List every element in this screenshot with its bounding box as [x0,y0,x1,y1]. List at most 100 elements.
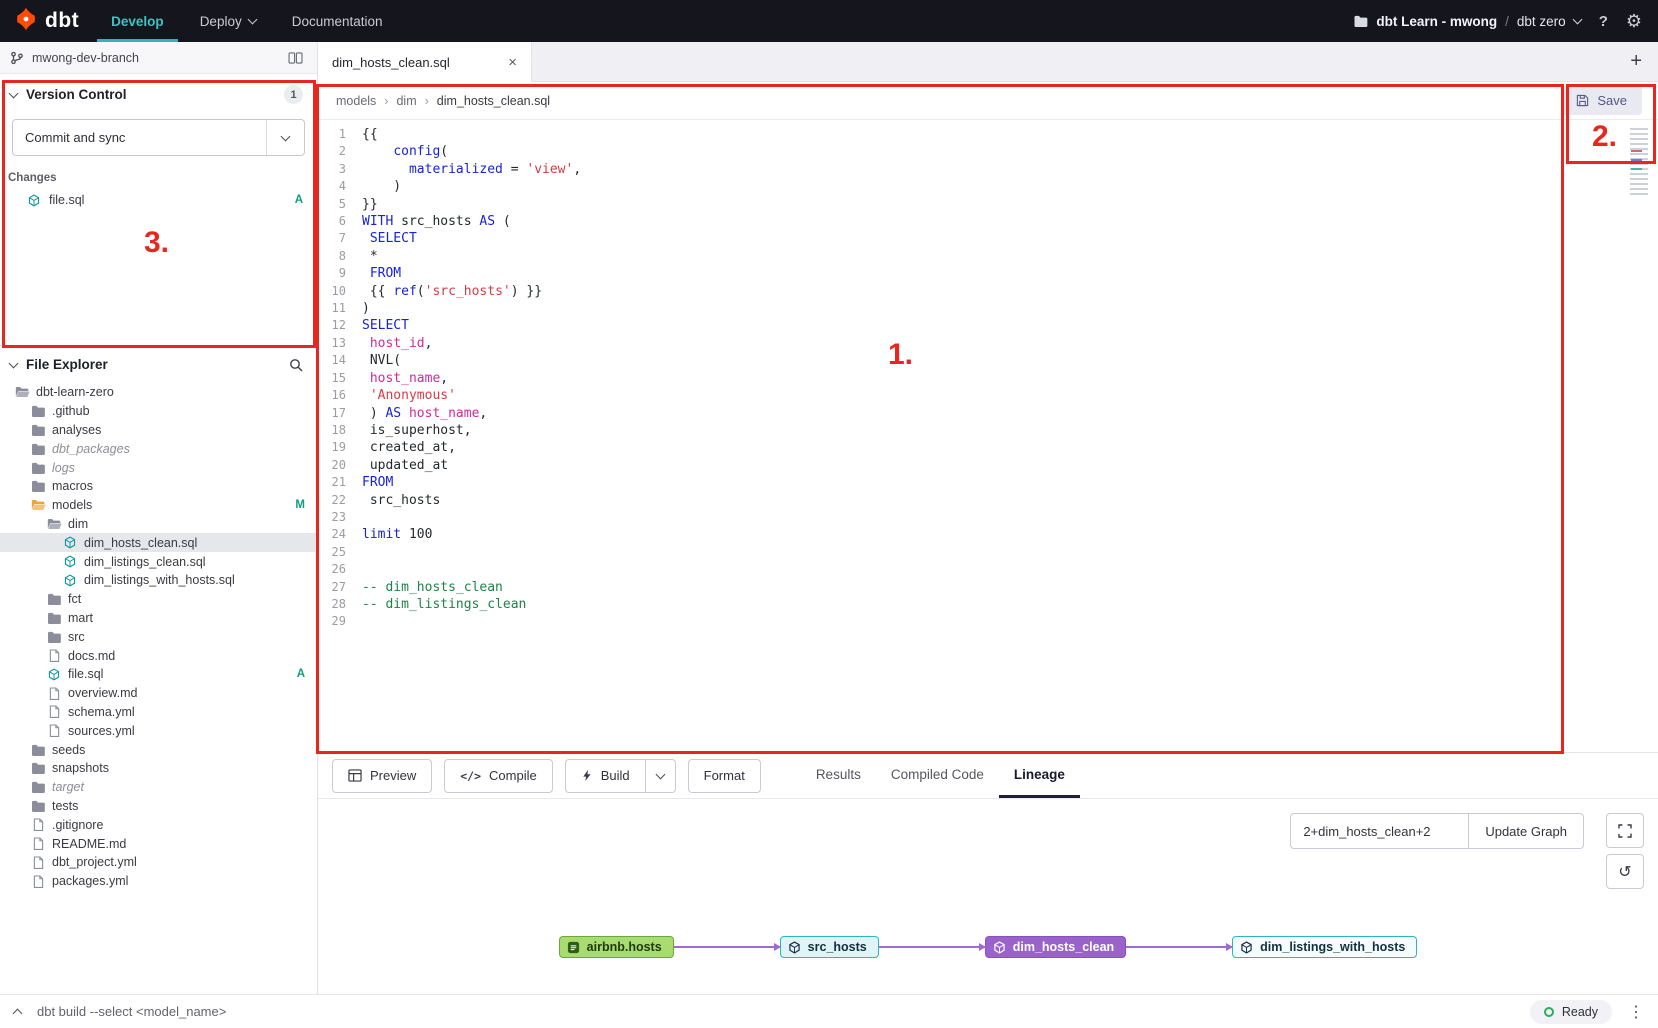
tree-item-docs.md[interactable]: docs.md [0,646,317,665]
code-line[interactable]: 25 [318,544,1658,561]
code-line[interactable]: 21FROM [318,474,1658,491]
update-graph-button[interactable]: Update Graph [1468,813,1584,849]
tab-lineage[interactable]: Lineage [999,753,1080,798]
save-button[interactable]: Save [1561,86,1642,115]
preview-button[interactable]: Preview [332,759,432,793]
branch-bar[interactable]: mwong-dev-branch [0,42,317,74]
tree-item-README.md[interactable]: README.md [0,834,317,853]
nav-develop[interactable]: Develop [97,0,178,42]
tree-item-dbt_packages[interactable]: dbt_packages [0,439,317,458]
format-button[interactable]: Format [688,759,761,793]
code-line[interactable]: 10 {{ ref('src_hosts') }} [318,283,1658,300]
button-label: Format [704,768,745,783]
tree-item-fct[interactable]: fct [0,590,317,609]
expand-panel-icon[interactable] [13,1009,23,1019]
tab-results[interactable]: Results [801,753,876,798]
compile-button[interactable]: </>Compile [444,759,552,793]
tree-item-mart[interactable]: mart [0,609,317,628]
build-dropdown-button[interactable] [646,759,676,793]
code-line[interactable]: 18 is_superhost, [318,422,1658,439]
code-line[interactable]: 1{{ [318,126,1658,143]
code-line[interactable]: 28-- dim_listings_clean [318,596,1658,613]
close-icon[interactable]: × [508,54,517,71]
commit-dropdown-button[interactable] [266,120,304,155]
lineage-node-dim_hosts_clean[interactable]: dim_hosts_clean [985,936,1126,958]
lineage-node-dim_listings_with_hosts[interactable]: dim_listings_with_hosts [1232,936,1417,958]
lineage-node-airbnb.hosts[interactable]: airbnb.hosts [559,936,674,958]
tree-item-dim_hosts_clean.sql[interactable]: dim_hosts_clean.sql [0,533,317,552]
tree-item-overview.md[interactable]: overview.md [0,684,317,703]
code-line[interactable]: 7 SELECT [318,230,1658,247]
tree-item-.github[interactable]: .github [0,402,317,421]
code-line[interactable]: 26 [318,561,1658,578]
tree-item-sources.yml[interactable]: sources.yml [0,721,317,740]
tree-item-seeds[interactable]: seeds [0,740,317,759]
tree-item-schema.yml[interactable]: schema.yml [0,703,317,722]
tree-item-models[interactable]: modelsM [0,496,317,515]
code-editor[interactable]: 1{{2 config(3 materialized = 'view',4 )5… [318,120,1658,752]
code-line[interactable]: 27-- dim_hosts_clean [318,579,1658,596]
code-line[interactable]: 4 ) [318,178,1658,195]
breadcrumb-item[interactable]: dim [396,94,416,108]
code-line[interactable]: 6WITH src_hosts AS ( [318,213,1658,230]
account-switcher[interactable]: dbt Learn - mwong / dbt zero [1353,14,1580,29]
code-line[interactable]: 29 [318,613,1658,630]
lineage-node-src_hosts[interactable]: src_hosts [780,936,879,958]
tree-item-logs[interactable]: logs [0,458,317,477]
code-line[interactable]: 2 config( [318,143,1658,160]
dbt-logo[interactable]: dbt [0,0,97,42]
tree-item-file.sql[interactable]: file.sqlA [0,665,317,684]
tree-item-snapshots[interactable]: snapshots [0,759,317,778]
reset-view-button[interactable]: ↺ [1606,854,1644,889]
code-line[interactable]: 23 [318,509,1658,526]
code-line[interactable]: 13 host_id, [318,335,1658,352]
code-line[interactable]: 16 'Anonymous' [318,387,1658,404]
tree-item-dbt_project.yml[interactable]: dbt_project.yml [0,853,317,872]
gear-icon[interactable]: ⚙ [1626,11,1642,32]
code-line[interactable]: 17 ) AS host_name, [318,405,1658,422]
tree-item-tests[interactable]: tests [0,797,317,816]
code-line[interactable]: 20 updated_at [318,457,1658,474]
code-line[interactable]: 9 FROM [318,265,1658,282]
code-line[interactable]: 24limit 100 [318,526,1658,543]
build-button[interactable]: Build [565,759,646,793]
breadcrumb-item[interactable]: dim_hosts_clean.sql [437,94,550,108]
changed-file[interactable]: file.sqlA [0,190,317,210]
tree-item-analyses[interactable]: analyses [0,421,317,440]
kebab-menu-icon[interactable]: ⋮ [1628,1002,1644,1022]
file-explorer-header[interactable]: File Explorer [0,346,317,381]
code-line[interactable]: 19 created_at, [318,439,1658,456]
new-tab-button[interactable]: + [1614,50,1658,73]
minimap[interactable] [1630,128,1648,196]
code-line[interactable]: 15 host_name, [318,370,1658,387]
lineage-selector-input[interactable] [1290,813,1468,849]
code-line[interactable]: 22 src_hosts [318,492,1658,509]
search-icon[interactable] [289,358,303,372]
help-icon[interactable]: ? [1599,13,1608,30]
version-control-header[interactable]: Version Control 1 [0,74,317,113]
editor-tab[interactable]: dim_hosts_clean.sql × [318,42,532,82]
code-line[interactable]: 8 * [318,248,1658,265]
tree-item-dbt-learn-zero[interactable]: dbt-learn-zero [0,383,317,402]
fullscreen-button[interactable] [1606,813,1644,848]
code-line[interactable]: 5}} [318,196,1658,213]
breadcrumb-item[interactable]: models [336,94,376,108]
tree-item-dim_listings_with_hosts.sql[interactable]: dim_listings_with_hosts.sql [0,571,317,590]
tree-item-packages.yml[interactable]: packages.yml [0,872,317,891]
tree-item-.gitignore[interactable]: .gitignore [0,815,317,834]
tree-item-macros[interactable]: macros [0,477,317,496]
code-line[interactable]: 11) [318,300,1658,317]
tree-item-target[interactable]: target [0,778,317,797]
code-line[interactable]: 14 NVL( [318,352,1658,369]
commit-and-sync-control[interactable]: Commit and sync [12,119,305,156]
docs-view-icon[interactable] [288,52,303,64]
tree-item-dim[interactable]: dim [0,515,317,534]
command-input[interactable]: dbt build --select <model_name> [37,1004,226,1019]
nav-deploy[interactable]: Deploy [186,0,270,42]
code-line[interactable]: 3 materialized = 'view', [318,161,1658,178]
tree-item-dim_listings_clean.sql[interactable]: dim_listings_clean.sql [0,552,317,571]
code-line[interactable]: 12SELECT [318,317,1658,334]
tree-item-src[interactable]: src [0,627,317,646]
tab-compiled-code[interactable]: Compiled Code [876,753,999,798]
nav-documentation[interactable]: Documentation [278,0,397,42]
